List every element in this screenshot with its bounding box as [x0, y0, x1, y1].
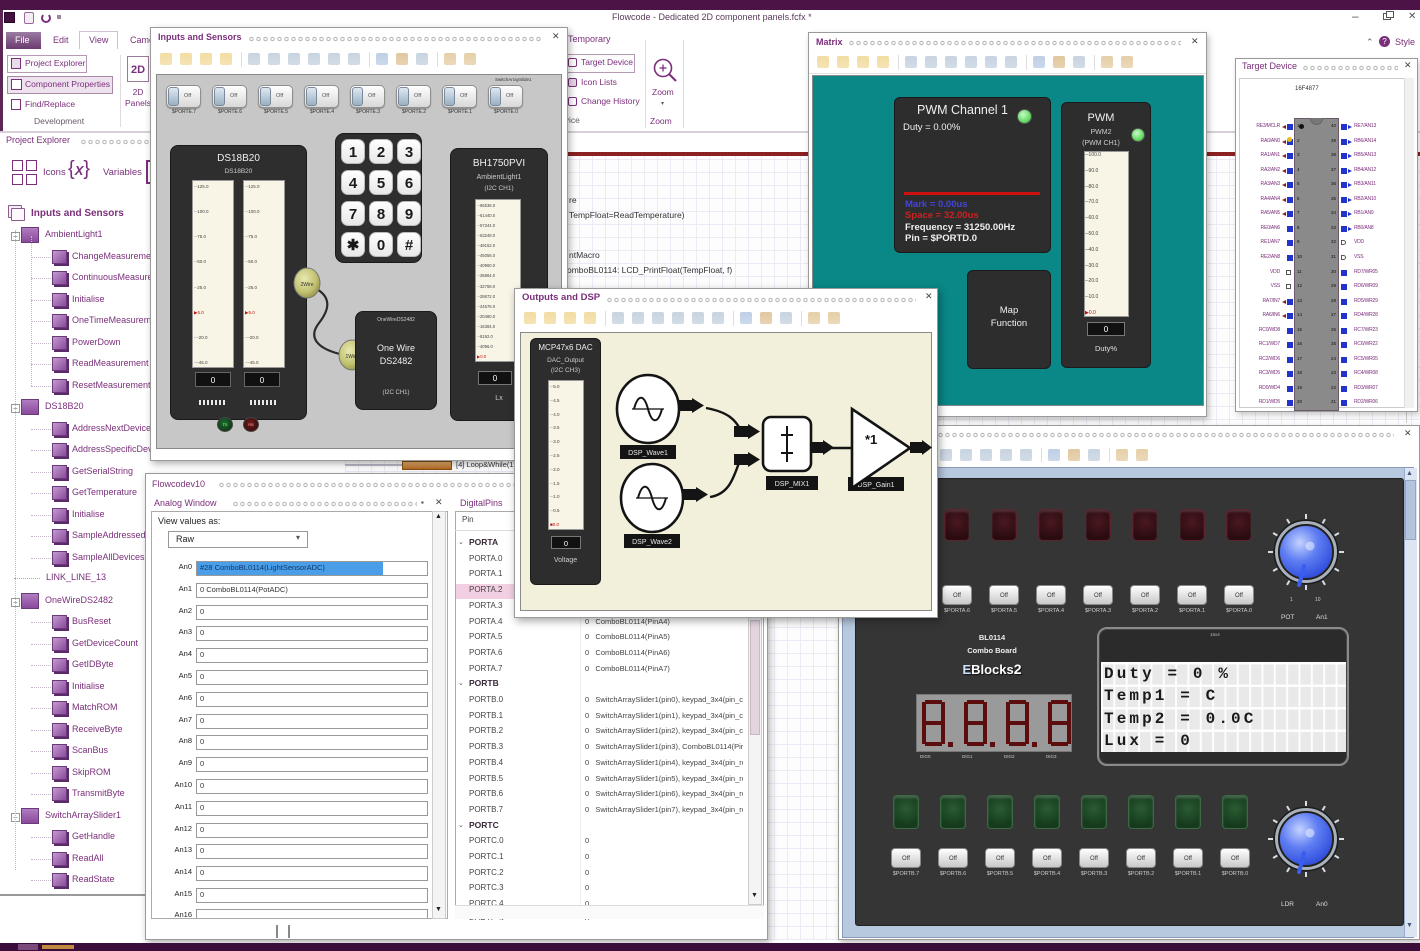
svg-text:DSP_Gain1: DSP_Gain1	[858, 482, 895, 489]
svg-text:*1: *1	[865, 432, 877, 447]
svg-text:DSP_Wave1: DSP_Wave1	[628, 450, 668, 457]
svg-text:2Wire: 2Wire	[300, 282, 313, 288]
svg-text:DSP_Wave2: DSP_Wave2	[632, 539, 672, 546]
svg-text:DSP_MIX1: DSP_MIX1	[775, 481, 810, 488]
